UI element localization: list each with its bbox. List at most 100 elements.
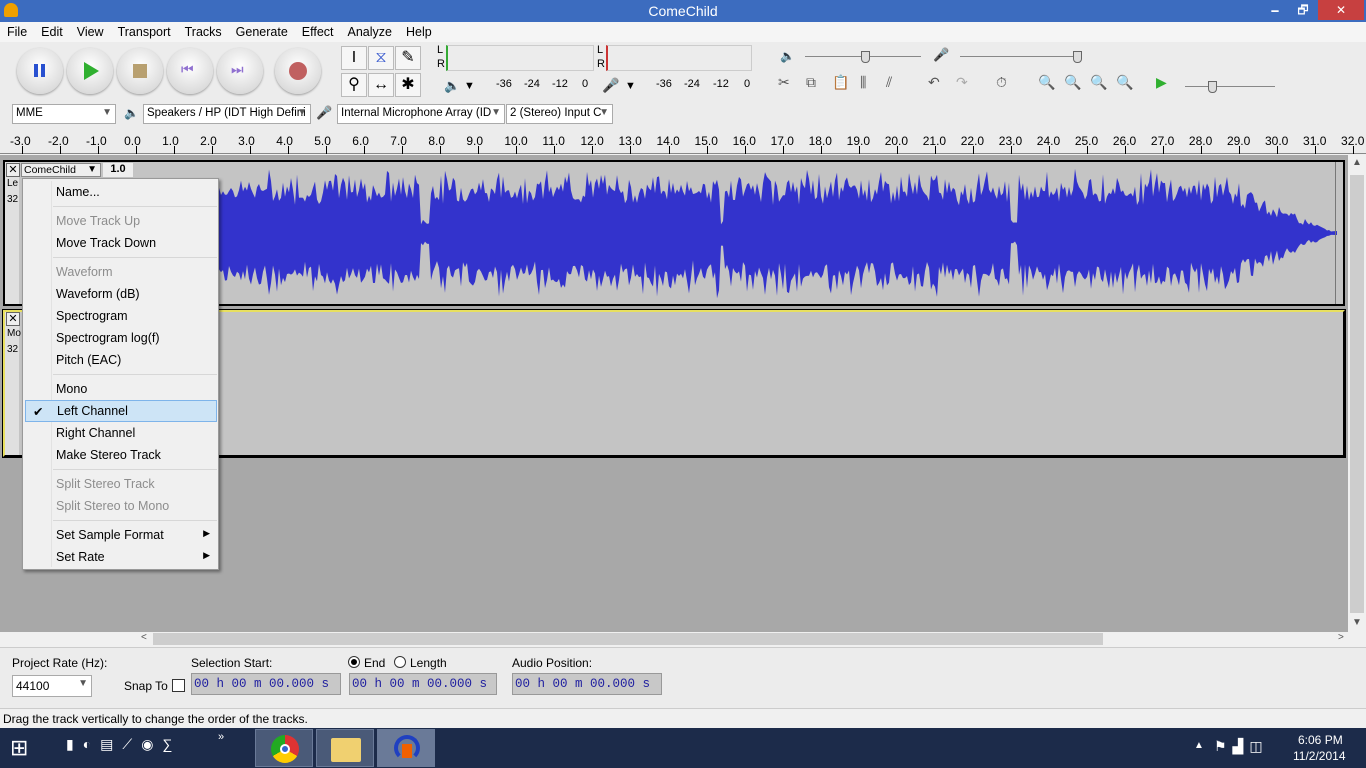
menu-help[interactable]: Help [399, 22, 439, 42]
toolbar-area: ⏮ ⏭ I ⧖ ✎ ⚲ ↔ ✱ L R L R 🔈 ▼ -36 -24 -12 … [0, 42, 1366, 128]
draw-tool[interactable]: ✎ [395, 46, 421, 70]
timeline-ruler[interactable]: -3.0 -2.0 -1.0 0.0 1.0 2.0 3.0 4.0 5.0 6.0 7.0 8.0 9… [0, 128, 1366, 154]
host-select[interactable]: MME ▼ [12, 104, 116, 124]
vertical-scrollbar[interactable]: ▲ ▼ [1348, 155, 1366, 632]
start-button[interactable]: ⊞ [10, 736, 38, 760]
horizontal-scrollbar[interactable]: < > [138, 632, 1348, 646]
menu-item-left-channel[interactable]: Left Channel ✔ [25, 400, 217, 422]
taskbar-file-explorer[interactable] [316, 729, 374, 767]
menu-effect[interactable]: Effect [295, 22, 341, 42]
fit-project-icon[interactable]: 🔍 [1116, 74, 1133, 91]
menu-edit[interactable]: Edit [34, 22, 70, 42]
close-button[interactable]: ✕ [1318, 0, 1364, 20]
playback-volume-thumb[interactable] [861, 51, 870, 63]
menu-view[interactable]: View [70, 22, 111, 42]
input-volume-thumb[interactable] [1073, 51, 1082, 63]
copy-icon[interactable]: ⧉ [806, 74, 816, 91]
skip-start-button[interactable]: ⏮ [167, 48, 213, 94]
menu-tracks[interactable]: Tracks [178, 22, 229, 42]
menu-item-spectrogram-log-f[interactable]: Spectrogram log(f) [23, 327, 218, 349]
menu-item-move-track-down[interactable]: Move Track Down [23, 232, 218, 254]
menu-file[interactable]: File [0, 22, 34, 42]
play-button[interactable] [67, 48, 113, 94]
menu-item-split-stereo-track[interactable]: Split Stereo Track [23, 473, 218, 495]
snap-to-checkbox[interactable] [172, 679, 185, 692]
selection-end-time[interactable]: 00 h 00 m 00.000 s [349, 673, 497, 695]
project-rate-select[interactable]: 44100 ▼ [12, 675, 92, 697]
fit-selection-icon[interactable]: 🔍 [1090, 74, 1107, 91]
ruler-tick [364, 146, 366, 154]
play-speed-slider[interactable] [1185, 86, 1275, 87]
silence-icon[interactable]: ⫽ [886, 74, 892, 91]
input-channels-select[interactable]: 2 (Stereo) Input C ▼ [506, 104, 613, 124]
undo-icon[interactable]: ↶ [928, 74, 940, 91]
menu-transport[interactable]: Transport [111, 22, 178, 42]
track-control-panel: Mo 32 [5, 312, 21, 455]
sync-lock-icon[interactable]: ⏱ [996, 74, 1007, 91]
tray-icons[interactable]: ⚑▟◫ [1214, 738, 1269, 755]
menu-item-spectrogram[interactable]: Spectrogram [23, 305, 218, 327]
input-device-select[interactable]: Internal Microphone Array (ID ▼ [337, 104, 505, 124]
menu-item-split-stereo-to-mono[interactable]: Split Stereo to Mono [23, 495, 218, 517]
trim-icon[interactable]: ⫼ [860, 74, 866, 91]
menu-item-set-sample-format[interactable]: Set Sample Format ▶ [23, 524, 218, 546]
ruler-tick-label: -2.0 [48, 134, 69, 148]
menu-item-label: Make Stereo Track [56, 448, 161, 462]
record-meter[interactable] [606, 45, 752, 71]
ruler-tick [516, 146, 518, 154]
cut-icon[interactable]: ✂ [778, 74, 790, 91]
play-speed-thumb[interactable] [1208, 81, 1217, 93]
playback-meter[interactable] [446, 45, 594, 71]
taskbar-chrome[interactable] [255, 729, 313, 767]
multi-tool[interactable]: ✱ [395, 73, 421, 97]
ruler-tick-label: 6.0 [352, 134, 369, 148]
selection-start-time[interactable]: 00 h 00 m 00.000 s [191, 673, 341, 695]
paste-icon[interactable]: 📋 [832, 74, 849, 91]
menu-item-name[interactable]: Name... [23, 181, 218, 203]
horizontal-scroll-thumb[interactable] [153, 633, 1103, 645]
vertical-scroll-thumb[interactable] [1350, 175, 1364, 613]
zoom-in-icon[interactable]: 🔍 [1038, 74, 1055, 91]
end-radio[interactable] [348, 656, 360, 668]
input-volume-slider[interactable] [960, 56, 1082, 57]
minimize-button[interactable]: 🗕 [1262, 0, 1288, 20]
show-hidden-icons[interactable]: ▲ [1194, 740, 1204, 751]
track-name-menu-button[interactable]: ComeChild ▼ [21, 163, 101, 177]
pause-button[interactable] [17, 48, 63, 94]
play-at-speed-icon[interactable]: ▶ [1156, 74, 1167, 91]
taskbar-audacity[interactable] [377, 729, 435, 767]
audio-position-time[interactable]: 00 h 00 m 00.000 s [512, 673, 662, 695]
menu-item-waveform[interactable]: Waveform [23, 261, 218, 283]
zoom-out-icon[interactable]: 🔍 [1064, 74, 1081, 91]
track-close-button[interactable]: ✕ [6, 312, 20, 326]
zoom-tool[interactable]: ⚲ [341, 73, 367, 97]
menu-item-set-rate[interactable]: Set Rate ▶ [23, 546, 218, 568]
menu-analyze[interactable]: Analyze [341, 22, 399, 42]
menu-item-waveform-db[interactable]: Waveform (dB) [23, 283, 218, 305]
output-device-value: Speakers / HP (IDT High Defini [147, 107, 306, 119]
clock-time[interactable]: 6:06 PM [1298, 733, 1343, 747]
timeshift-tool[interactable]: ↔ [368, 73, 394, 97]
menu-item-mono[interactable]: Mono [23, 378, 218, 400]
record-button[interactable] [275, 48, 321, 94]
envelope-tool[interactable]: ⧖ [368, 46, 394, 70]
menu-item-label: Waveform [56, 265, 113, 279]
overflow-icon[interactable]: » [218, 731, 224, 743]
stop-button[interactable] [117, 48, 163, 94]
playback-meter-dropdown[interactable]: ▼ [464, 80, 475, 92]
menu-item-right-channel[interactable]: Right Channel [23, 422, 218, 444]
menu-generate[interactable]: Generate [229, 22, 295, 42]
record-meter-dropdown[interactable]: ▼ [625, 80, 636, 92]
redo-icon[interactable]: ↷ [956, 74, 968, 91]
selection-tool[interactable]: I [341, 46, 367, 70]
clock-date[interactable]: 11/2/2014 [1293, 749, 1346, 763]
quick-launch-icons[interactable]: ▮◐▤⟋◉∑ [66, 736, 181, 753]
output-device-select[interactable]: Speakers / HP (IDT High Defini ▼ [143, 104, 311, 124]
menu-item-pitch-eac[interactable]: Pitch (EAC) [23, 349, 218, 371]
maximize-button[interactable]: 🗗 [1290, 0, 1316, 20]
skip-end-button[interactable]: ⏭ [217, 48, 263, 94]
length-radio[interactable] [394, 656, 406, 668]
menu-item-make-stereo-track[interactable]: Make Stereo Track [23, 444, 218, 466]
menu-item-move-track-up[interactable]: Move Track Up [23, 210, 218, 232]
track-close-button[interactable]: ✕ [6, 163, 20, 177]
